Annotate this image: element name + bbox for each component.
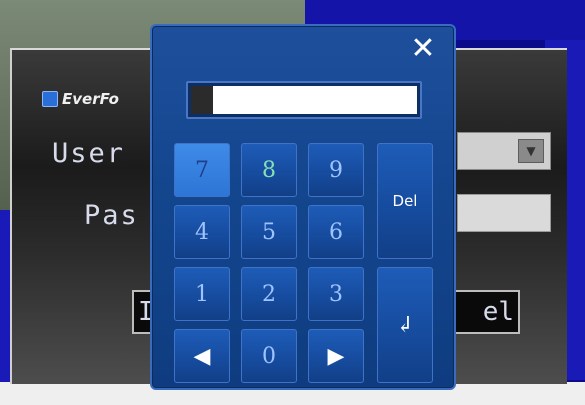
virtual-keypad: ✕ 7 8 9 Del 4 5 6 1 2 3 ↲ ◀ 0 ▶: [150, 24, 456, 390]
text-cursor: [191, 86, 213, 114]
cursor-left-button[interactable]: ◀: [174, 329, 230, 383]
key-0[interactable]: 0: [241, 329, 297, 383]
keypad-input-display[interactable]: [186, 81, 422, 119]
arrow-right-icon: ▶: [327, 343, 345, 369]
close-icon[interactable]: ✕: [410, 34, 436, 64]
key-4[interactable]: 4: [174, 205, 230, 259]
key-5[interactable]: 5: [241, 205, 297, 259]
key-8[interactable]: 8: [241, 143, 297, 197]
arrow-left-icon: ◀: [193, 343, 211, 369]
key-7[interactable]: 7: [174, 143, 230, 197]
background-blue-left: [0, 210, 10, 382]
brand-logo: EverFo: [42, 90, 119, 108]
key-3[interactable]: 3: [308, 267, 364, 321]
user-label: User: [52, 138, 126, 169]
key-2[interactable]: 2: [241, 267, 297, 321]
cursor-right-button[interactable]: ▶: [308, 329, 364, 383]
chevron-down-icon[interactable]: ▼: [518, 139, 544, 163]
keypad-input-field[interactable]: [191, 86, 417, 114]
key-9[interactable]: 9: [308, 143, 364, 197]
key-6[interactable]: 6: [308, 205, 364, 259]
user-select[interactable]: ▼: [457, 132, 551, 170]
password-field[interactable]: [457, 194, 551, 232]
logo-text: EverFo: [62, 90, 119, 108]
key-1[interactable]: 1: [174, 267, 230, 321]
password-label: Pas: [84, 200, 139, 231]
logo-mark-icon: [42, 91, 58, 107]
enter-icon: ↲: [395, 312, 415, 338]
enter-button[interactable]: ↲: [377, 267, 433, 383]
delete-button[interactable]: Del: [377, 143, 433, 259]
